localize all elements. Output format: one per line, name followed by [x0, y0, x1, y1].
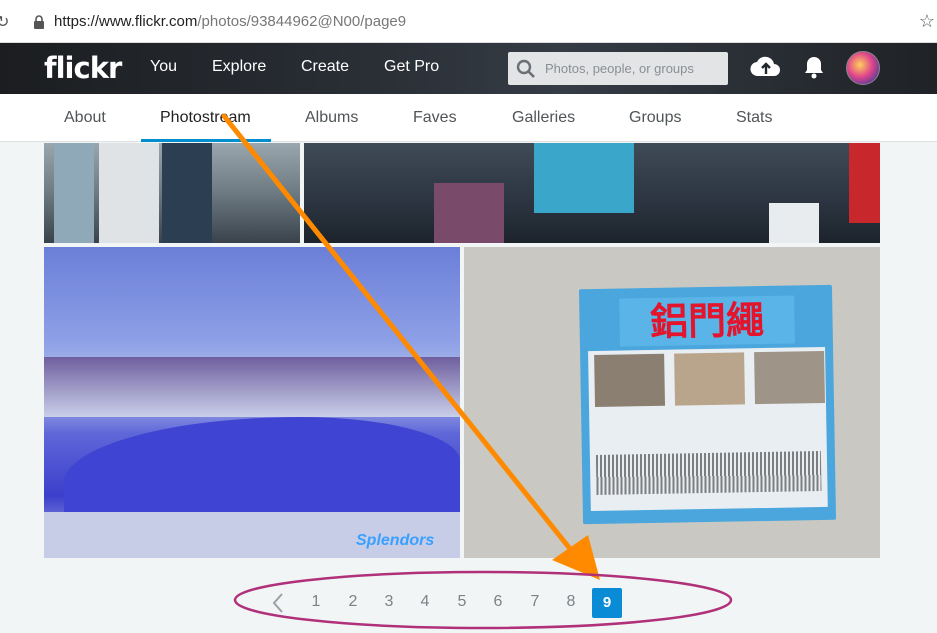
pagination: 1 2 3 4 5 6 7 8 9	[0, 585, 937, 625]
page-2-link[interactable]: 2	[341, 593, 365, 611]
page-4-link[interactable]: 4	[413, 593, 437, 611]
tab-galleries[interactable]: Galleries	[512, 109, 575, 127]
nav-get-pro[interactable]: Get Pro	[384, 58, 439, 76]
nav-explore[interactable]: Explore	[212, 58, 266, 76]
profile-subnav: About Photostream Albums Faves Galleries…	[0, 94, 937, 142]
photo-people-right[interactable]	[304, 143, 880, 243]
flickr-top-nav: flickr You Explore Create Get Pro Photos…	[0, 43, 937, 94]
reload-icon[interactable]: ↻	[0, 12, 9, 32]
url-path: /photos/93844962@N00/page9	[197, 13, 407, 30]
lock-icon	[34, 15, 44, 29]
tab-groups[interactable]: Groups	[629, 109, 681, 127]
page-1-link[interactable]: 1	[304, 593, 328, 611]
tab-albums[interactable]: Albums	[305, 109, 358, 127]
search-icon	[516, 59, 535, 78]
tab-about[interactable]: About	[64, 109, 106, 127]
upload-cloud-icon[interactable]	[750, 54, 782, 80]
flickr-logo[interactable]: flickr	[44, 51, 122, 85]
nav-create[interactable]: Create	[301, 58, 349, 76]
photo-watermark: Splendors	[356, 532, 435, 549]
package-title: 鋁門繩	[619, 295, 795, 347]
page-current[interactable]: 9	[592, 588, 622, 618]
page-8-link[interactable]: 8	[559, 593, 583, 611]
search-placeholder: Photos, people, or groups	[545, 61, 694, 76]
url-host: https://www.flickr.com	[54, 13, 198, 30]
tab-photostream[interactable]: Photostream	[160, 109, 251, 127]
search-input[interactable]: Photos, people, or groups	[508, 52, 728, 85]
nav-you[interactable]: You	[150, 58, 177, 76]
active-tab-indicator	[141, 139, 271, 142]
page-5-link[interactable]: 5	[450, 593, 474, 611]
photo-pond-landscape[interactable]: Splendors	[44, 247, 460, 558]
bell-icon[interactable]	[803, 54, 825, 80]
url-text[interactable]: https://www.flickr.com/photos/93844962@N…	[54, 13, 406, 30]
page-7-link[interactable]: 7	[523, 593, 547, 611]
photo-product-package[interactable]: 鋁門繩	[464, 247, 880, 558]
chevron-left-icon[interactable]	[270, 591, 286, 615]
tab-faves[interactable]: Faves	[413, 109, 457, 127]
page-6-link[interactable]: 6	[486, 593, 510, 611]
bookmark-star-icon[interactable]: ☆	[919, 11, 935, 32]
browser-address-bar[interactable]: ↻ https://www.flickr.com/photos/93844962…	[0, 0, 937, 43]
avatar[interactable]	[846, 51, 880, 85]
package-label: 鋁門繩	[578, 284, 837, 525]
page-3-link[interactable]: 3	[377, 593, 401, 611]
tab-stats[interactable]: Stats	[736, 109, 772, 127]
photo-people-left[interactable]	[44, 143, 300, 243]
